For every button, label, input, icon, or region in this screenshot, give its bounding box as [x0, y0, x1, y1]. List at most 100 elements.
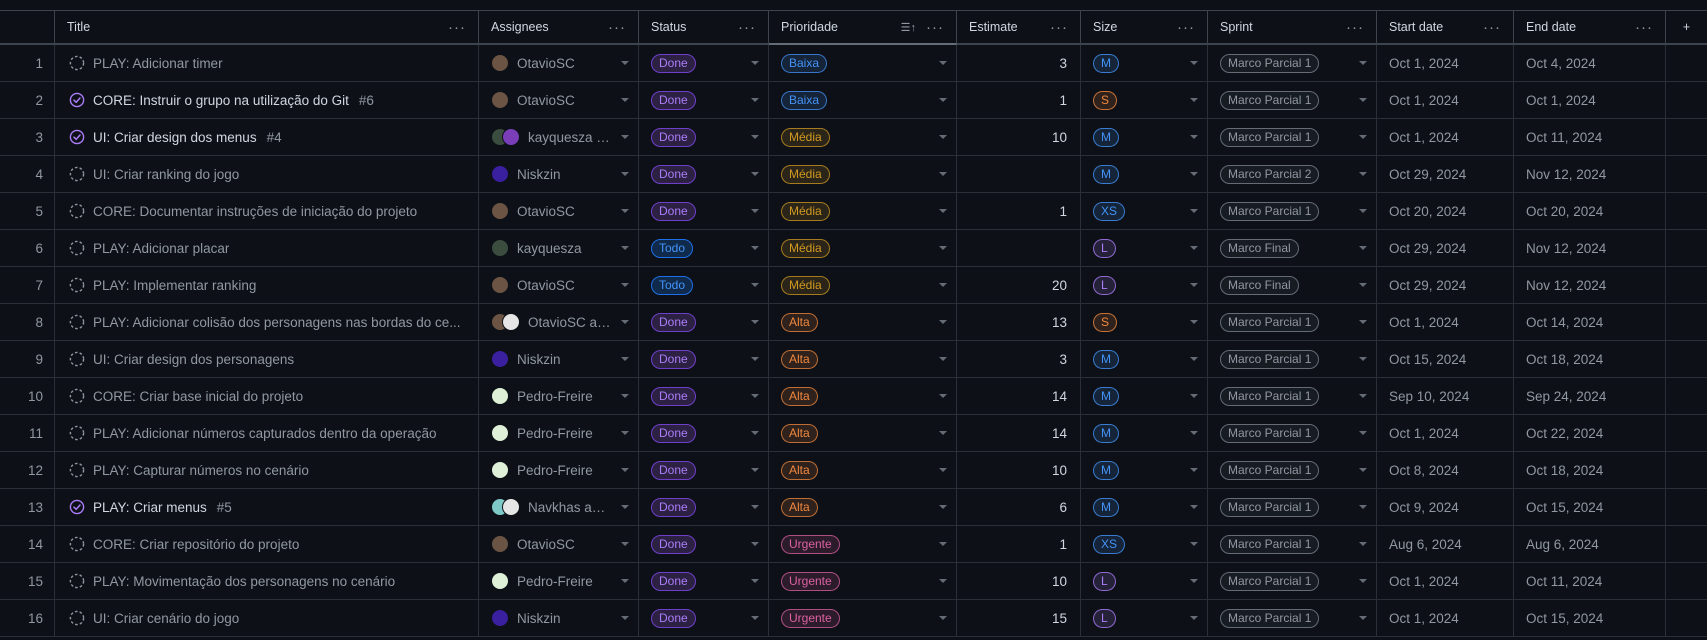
status-cell[interactable]: Done: [639, 193, 769, 229]
estimate-cell[interactable]: 3: [957, 45, 1081, 81]
sprint-cell[interactable]: Marco Parcial 1: [1208, 119, 1377, 155]
estimate-cell[interactable]: 14: [957, 415, 1081, 451]
start-date-cell[interactable]: Oct 1, 2024: [1377, 82, 1514, 118]
title-cell[interactable]: UI: Criar design dos personagens: [55, 341, 479, 377]
chevron-down-icon[interactable]: [939, 172, 947, 176]
chevron-down-icon[interactable]: [751, 98, 759, 102]
start-date-cell[interactable]: Oct 1, 2024: [1377, 119, 1514, 155]
title-cell[interactable]: PLAY: Capturar números no cenário: [55, 452, 479, 488]
priority-cell[interactable]: Urgente: [769, 563, 957, 599]
estimate-cell[interactable]: 20: [957, 267, 1081, 303]
item-title[interactable]: PLAY: Movimentação dos personagens no ce…: [93, 574, 395, 589]
status-cell[interactable]: Done: [639, 415, 769, 451]
table-row[interactable]: 9 UI: Criar design dos personagens Niskzin…: [0, 341, 1707, 378]
assignees-cell[interactable]: Niskzin: [479, 156, 639, 192]
start-date-cell[interactable]: Oct 29, 2024: [1377, 156, 1514, 192]
header-end-date[interactable]: End date ···: [1514, 11, 1666, 43]
table-row[interactable]: 3 UI: Criar design dos menus #4 kayquesza a…: [0, 119, 1707, 156]
start-date-cell[interactable]: Aug 6, 2024: [1377, 526, 1514, 562]
assignees-cell[interactable]: Niskzin: [479, 341, 639, 377]
status-cell[interactable]: Done: [639, 600, 769, 636]
priority-cell[interactable]: Urgente: [769, 526, 957, 562]
chevron-down-icon[interactable]: [1359, 172, 1367, 176]
chevron-down-icon[interactable]: [751, 135, 759, 139]
item-title[interactable]: PLAY: Adicionar placar: [93, 241, 229, 256]
assignees-cell[interactable]: OtavioSC: [479, 82, 639, 118]
title-cell[interactable]: PLAY: Implementar ranking: [55, 267, 479, 303]
start-date-cell[interactable]: Oct 20, 2024: [1377, 193, 1514, 229]
estimate-cell[interactable]: 3: [957, 341, 1081, 377]
estimate-cell[interactable]: 10: [957, 119, 1081, 155]
item-title[interactable]: UI: Criar design dos personagens: [93, 352, 294, 367]
title-cell[interactable]: CORE: Instruir o grupo na utilização do …: [55, 82, 479, 118]
start-date-cell[interactable]: Oct 29, 2024: [1377, 267, 1514, 303]
sprint-cell[interactable]: Marco Parcial 1: [1208, 82, 1377, 118]
title-cell[interactable]: PLAY: Criar menus #5: [55, 489, 479, 525]
end-date-cell[interactable]: Oct 15, 2024: [1514, 600, 1666, 636]
chevron-down-icon[interactable]: [939, 394, 947, 398]
assignees-cell[interactable]: kayquesza an...: [479, 119, 639, 155]
assignees-cell[interactable]: OtavioSC: [479, 526, 639, 562]
start-date-cell[interactable]: Oct 1, 2024: [1377, 563, 1514, 599]
header-size[interactable]: Size ···: [1081, 11, 1208, 43]
estimate-cell[interactable]: 13: [957, 304, 1081, 340]
more-horizontal-icon[interactable]: ···: [1635, 19, 1653, 36]
title-cell[interactable]: CORE: Criar repositório do projeto: [55, 526, 479, 562]
start-date-cell[interactable]: Oct 29, 2024: [1377, 230, 1514, 266]
chevron-down-icon[interactable]: [939, 542, 947, 546]
chevron-down-icon[interactable]: [1359, 431, 1367, 435]
start-date-cell[interactable]: Oct 1, 2024: [1377, 304, 1514, 340]
estimate-cell[interactable]: 10: [957, 563, 1081, 599]
chevron-down-icon[interactable]: [751, 468, 759, 472]
chevron-down-icon[interactable]: [1359, 394, 1367, 398]
estimate-cell[interactable]: 15: [957, 600, 1081, 636]
chevron-down-icon[interactable]: [939, 98, 947, 102]
start-date-cell[interactable]: Oct 15, 2024: [1377, 341, 1514, 377]
sprint-cell[interactable]: Marco Final: [1208, 230, 1377, 266]
priority-cell[interactable]: Alta: [769, 341, 957, 377]
size-cell[interactable]: L: [1081, 563, 1208, 599]
end-date-cell[interactable]: Oct 18, 2024: [1514, 452, 1666, 488]
chevron-down-icon[interactable]: [939, 61, 947, 65]
start-date-cell[interactable]: Oct 1, 2024: [1377, 600, 1514, 636]
end-date-cell[interactable]: Nov 12, 2024: [1514, 156, 1666, 192]
chevron-down-icon[interactable]: [751, 579, 759, 583]
chevron-down-icon[interactable]: [939, 468, 947, 472]
end-date-cell[interactable]: Oct 18, 2024: [1514, 341, 1666, 377]
title-cell[interactable]: CORE: Documentar instruções de iniciação…: [55, 193, 479, 229]
priority-cell[interactable]: Alta: [769, 378, 957, 414]
chevron-down-icon[interactable]: [751, 505, 759, 509]
item-title[interactable]: PLAY: Implementar ranking: [93, 278, 256, 293]
priority-cell[interactable]: Média: [769, 230, 957, 266]
table-row[interactable]: 8 PLAY: Adicionar colisão dos personagens…: [0, 304, 1707, 341]
chevron-down-icon[interactable]: [751, 246, 759, 250]
header-title[interactable]: Title ···: [55, 11, 479, 43]
chevron-down-icon[interactable]: [1359, 320, 1367, 324]
sprint-cell[interactable]: Marco Parcial 2: [1208, 156, 1377, 192]
item-title[interactable]: CORE: Criar base inicial do projeto: [93, 389, 303, 404]
table-row[interactable]: 14 CORE: Criar repositório do projeto Otav…: [0, 526, 1707, 563]
sprint-cell[interactable]: Marco Parcial 1: [1208, 526, 1377, 562]
sprint-cell[interactable]: Marco Parcial 1: [1208, 415, 1377, 451]
chevron-down-icon[interactable]: [1359, 505, 1367, 509]
chevron-down-icon[interactable]: [751, 431, 759, 435]
priority-cell[interactable]: Alta: [769, 452, 957, 488]
status-cell[interactable]: Done: [639, 156, 769, 192]
header-start-date[interactable]: Start date ···: [1377, 11, 1514, 43]
more-horizontal-icon[interactable]: ···: [1177, 19, 1195, 36]
sprint-cell[interactable]: Marco Parcial 1: [1208, 452, 1377, 488]
title-cell[interactable]: PLAY: Movimentação dos personagens no ce…: [55, 563, 479, 599]
status-cell[interactable]: Done: [639, 563, 769, 599]
chevron-down-icon[interactable]: [1359, 61, 1367, 65]
chevron-down-icon[interactable]: [939, 320, 947, 324]
chevron-down-icon[interactable]: [751, 542, 759, 546]
header-estimate[interactable]: Estimate ···: [957, 11, 1081, 43]
status-cell[interactable]: Done: [639, 304, 769, 340]
title-cell[interactable]: PLAY: Adicionar números capturados dentr…: [55, 415, 479, 451]
priority-cell[interactable]: Baixa: [769, 82, 957, 118]
size-cell[interactable]: M: [1081, 452, 1208, 488]
status-cell[interactable]: Done: [639, 378, 769, 414]
table-row[interactable]: 7 PLAY: Implementar ranking OtavioSC Todo Mé…: [0, 267, 1707, 304]
sprint-cell[interactable]: Marco Parcial 1: [1208, 45, 1377, 81]
chevron-down-icon[interactable]: [621, 579, 629, 583]
